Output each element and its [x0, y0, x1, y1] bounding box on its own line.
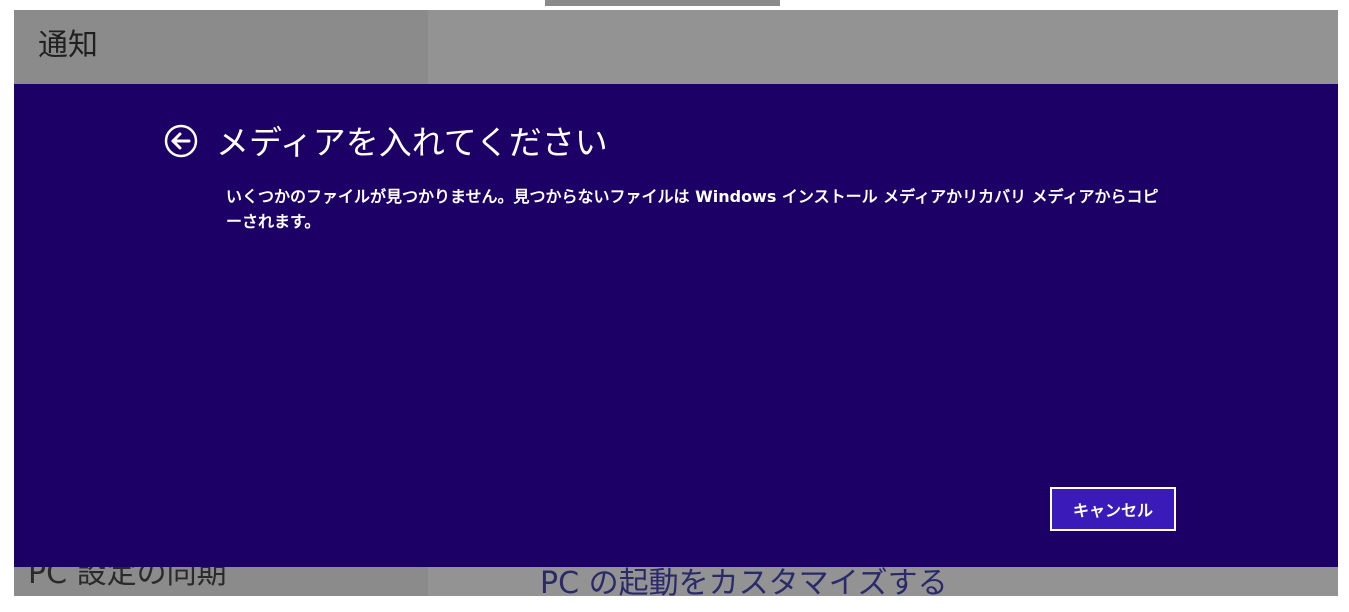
back-button[interactable] — [164, 124, 198, 158]
top-strip — [0, 0, 1349, 10]
background-title: 通知 — [38, 28, 98, 63]
left-edge — [0, 10, 14, 596]
cancel-button[interactable]: キャンセル — [1050, 487, 1176, 531]
arrow-left-circle-icon — [164, 124, 198, 158]
insert-media-dialog: メディアを入れてください いくつかのファイルが見つかりません。見つからないファイ… — [14, 84, 1338, 567]
bottom-strip — [0, 596, 1349, 612]
dialog-title: メディアを入れてください — [216, 123, 608, 162]
top-progress-bar — [545, 0, 780, 6]
dialog-message: いくつかのファイルが見つかりません。見つからないファイルは Windows イン… — [226, 187, 1159, 231]
right-edge — [1338, 10, 1349, 596]
